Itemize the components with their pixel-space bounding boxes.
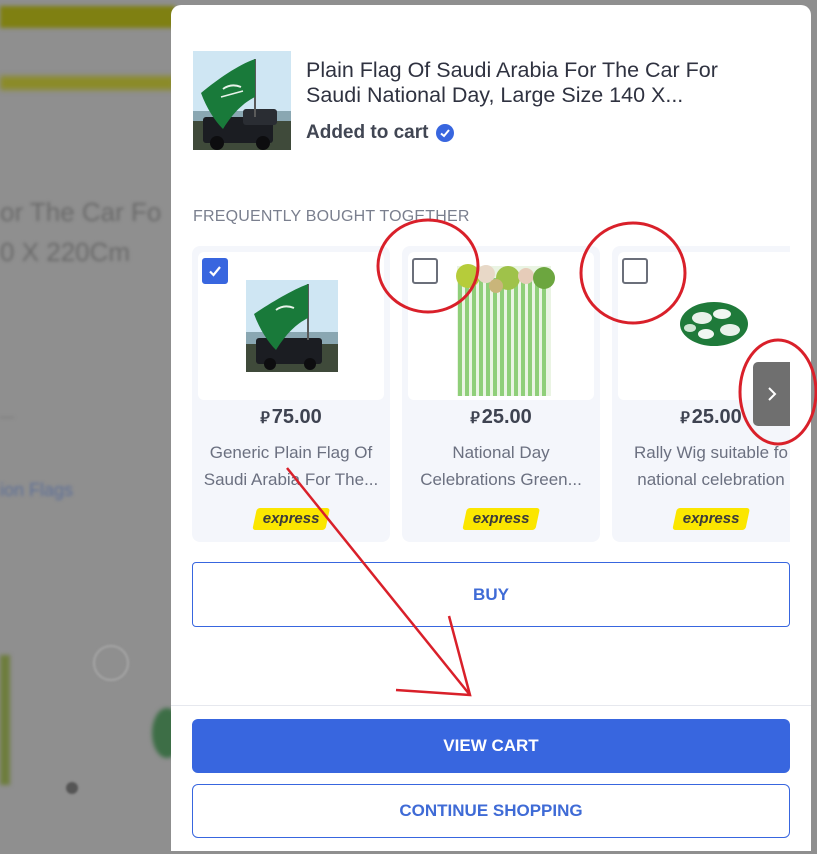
cart-drawer: Plain Flag Of Saudi Arabia For The Car F…: [171, 5, 811, 851]
fbt-card-curtain[interactable]: ⃁ 25.00 National Day Celebrations Green..…: [402, 246, 600, 542]
fbt-item-name[interactable]: Rally Wig suitable fo national celebrati…: [620, 439, 790, 493]
product-thumbnail: [193, 51, 291, 150]
carousel-next-button[interactable]: [753, 362, 790, 426]
background-text: —: [0, 408, 14, 424]
frequently-bought-together-heading: FREQUENTLY BOUGHT TOGETHER: [193, 208, 470, 225]
background-link: ion Flags: [0, 480, 74, 500]
flag-car-image: [193, 51, 291, 150]
express-badge: express: [462, 508, 540, 530]
fbt-carousel: ⃁ 75.00 Generic Plain Flag Of Saudi Arabi…: [192, 246, 790, 544]
footer-divider: [171, 705, 811, 706]
chevron-right-icon: [767, 387, 776, 401]
buy-button[interactable]: BUY: [192, 562, 790, 627]
added-to-cart-status: Added to cart: [306, 122, 455, 144]
added-product-title: Plain Flag Of Saudi Arabia For The Car F…: [306, 58, 718, 107]
continue-shopping-button[interactable]: CONTINUE SHOPPING: [192, 784, 790, 838]
fbt-item-price: ⃁ 75.00: [260, 406, 322, 428]
express-badge: express: [672, 508, 750, 530]
fbt-item-name[interactable]: Generic Plain Flag Of Saudi Arabia For T…: [200, 439, 382, 493]
fbt-item-name[interactable]: National Day Celebrations Green...: [410, 439, 592, 493]
background-dot: [66, 782, 78, 794]
express-badge: express: [252, 508, 330, 530]
riyal-currency-icon: ⃁: [470, 410, 480, 427]
fbt-item-checkbox[interactable]: [202, 258, 228, 284]
background-image-edge: [0, 655, 10, 785]
checkmark-icon: [209, 266, 221, 277]
riyal-currency-icon: ⃁: [680, 410, 690, 427]
fbt-card-flag[interactable]: ⃁ 75.00 Generic Plain Flag Of Saudi Arabi…: [192, 246, 390, 542]
riyal-currency-icon: ⃁: [260, 410, 270, 427]
fbt-item-price: ⃁ 25.00: [470, 406, 532, 428]
fbt-item-checkbox[interactable]: [622, 258, 648, 284]
fbt-item-checkbox[interactable]: [412, 258, 438, 284]
view-cart-button[interactable]: VIEW CART: [192, 719, 790, 773]
added-product-header: Plain Flag Of Saudi Arabia For The Car F…: [193, 51, 791, 151]
background-circle-icon: [93, 645, 129, 681]
background-banner: [0, 6, 175, 28]
added-to-cart-label: Added to cart: [306, 122, 429, 143]
background-product-title: or The Car Fo 0 X 220Cm: [0, 197, 162, 267]
background-banner-stripe: [0, 76, 175, 90]
verified-check-icon: [436, 124, 455, 142]
